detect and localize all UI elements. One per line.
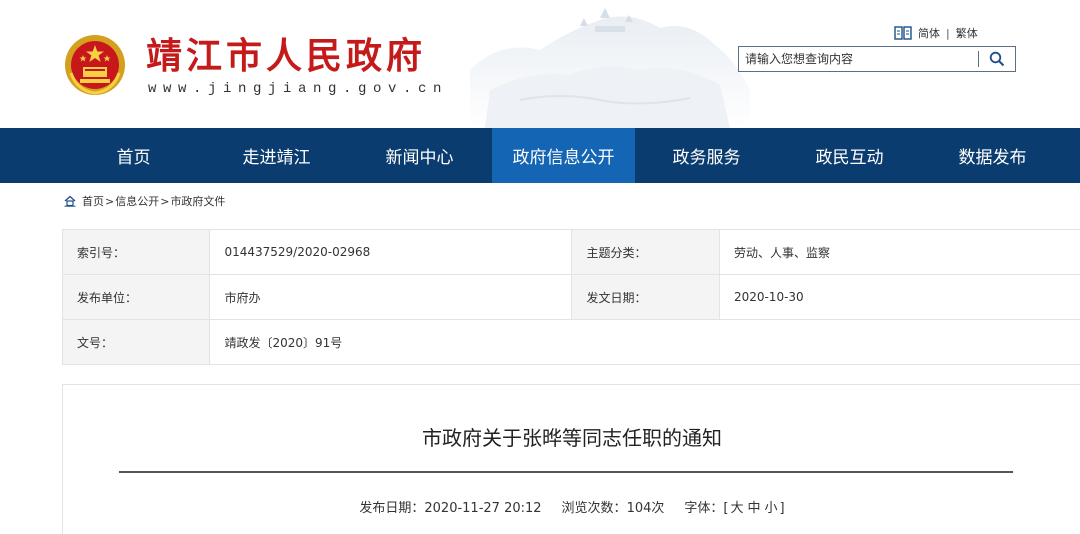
breadcrumb-separator: >	[105, 194, 115, 208]
publish-date-value: 2020-11-27 20:12	[424, 501, 542, 516]
language-separator: |	[946, 26, 950, 40]
breadcrumb: 首页 > 信息公开 > 市政府文件	[64, 193, 225, 209]
breadcrumb-info-disclosure[interactable]: 信息公开	[115, 193, 159, 209]
article-meta: 发布日期：2020-11-27 20:12 浏览次数：104次 字体：[大中小]	[63, 499, 1080, 519]
view-count: 浏览次数：104次	[562, 499, 665, 519]
document-meta-table: 索引号： 014437529/2020-02968 主题分类： 劳动、人事、监察…	[61, 229, 1080, 365]
nav-item-public-interaction[interactable]: 政民互动	[778, 128, 921, 183]
home-icon	[64, 195, 76, 207]
emblem-icon	[65, 35, 125, 95]
article-panel: 市政府关于张晔等同志任职的通知 发布日期：2020-11-27 20:12 浏览…	[62, 384, 1080, 534]
topic-category-value: 劳动、人事、监察	[718, 229, 1080, 275]
search-icon	[989, 51, 1005, 67]
topic-category-label: 主题分类：	[571, 229, 720, 275]
font-size-large-button[interactable]: 大	[730, 501, 743, 516]
nav-item-news-center[interactable]: 新闻中心	[348, 128, 491, 183]
site-url: www.jingjiang.gov.cn	[148, 81, 449, 97]
simplified-chinese-link[interactable]: 简体	[918, 25, 940, 41]
publish-date-label: 发布日期：	[359, 501, 425, 516]
issue-date-value: 2020-10-30	[718, 274, 1080, 320]
publisher-value: 市府办	[209, 274, 573, 320]
font-size-label: 字体：	[684, 501, 724, 516]
traditional-chinese-link[interactable]: 繁体	[956, 25, 978, 41]
font-size-medium-button[interactable]: 中	[748, 501, 761, 516]
main-nav: 首页 走进靖江 新闻中心 政府信息公开 政务服务 政民互动 数据发布	[0, 128, 1080, 183]
document-number-value: 靖政发〔2020〕91号	[209, 319, 1080, 365]
landscape-illustration	[470, 8, 750, 128]
language-switcher: 简体 | 繁体	[894, 24, 978, 42]
table-row: 索引号： 014437529/2020-02968 主题分类： 劳动、人事、监察	[61, 229, 1080, 275]
font-size-bracket-open: [	[723, 501, 729, 516]
book-icon	[894, 26, 912, 40]
search-button[interactable]	[979, 47, 1015, 71]
view-count-label: 浏览次数：	[561, 501, 627, 516]
nav-item-data-release[interactable]: 数据发布	[921, 128, 1064, 183]
search-box	[738, 46, 1016, 72]
site-header: 靖江市人民政府 www.jingjiang.gov.cn 简体 | 繁体	[0, 0, 1080, 128]
table-row: 文号： 靖政发〔2020〕91号	[61, 319, 1080, 365]
publish-date: 发布日期：2020-11-27 20:12	[359, 499, 541, 519]
font-size-small-button[interactable]: 小	[765, 501, 778, 516]
nav-item-gov-info-disclosure[interactable]: 政府信息公开	[492, 128, 635, 183]
view-count-value: 104次	[626, 501, 665, 516]
breadcrumb-separator: >	[160, 194, 170, 208]
index-number-label: 索引号：	[61, 229, 211, 275]
breadcrumb-home[interactable]: 首页	[82, 193, 104, 209]
issue-date-label: 发文日期：	[571, 274, 720, 320]
breadcrumb-city-gov-documents[interactable]: 市政府文件	[170, 193, 225, 209]
nav-item-home[interactable]: 首页	[62, 128, 205, 183]
publisher-label: 发布单位：	[61, 274, 211, 320]
document-number-label: 文号：	[61, 319, 211, 365]
font-size-control: 字体：[大中小]	[684, 499, 784, 519]
title-divider	[119, 471, 1013, 473]
index-number-value: 014437529/2020-02968	[209, 229, 573, 275]
font-size-bracket-close: ]	[779, 501, 785, 516]
article-title: 市政府关于张晔等同志任职的通知	[422, 426, 722, 450]
search-input[interactable]	[739, 47, 979, 71]
nav-item-gov-services[interactable]: 政务服务	[635, 128, 778, 183]
site-title: 靖江市人民政府	[146, 35, 427, 77]
table-row: 发布单位： 市府办 发文日期： 2020-10-30	[61, 274, 1080, 320]
nav-item-about-jingjiang[interactable]: 走进靖江	[205, 128, 348, 183]
